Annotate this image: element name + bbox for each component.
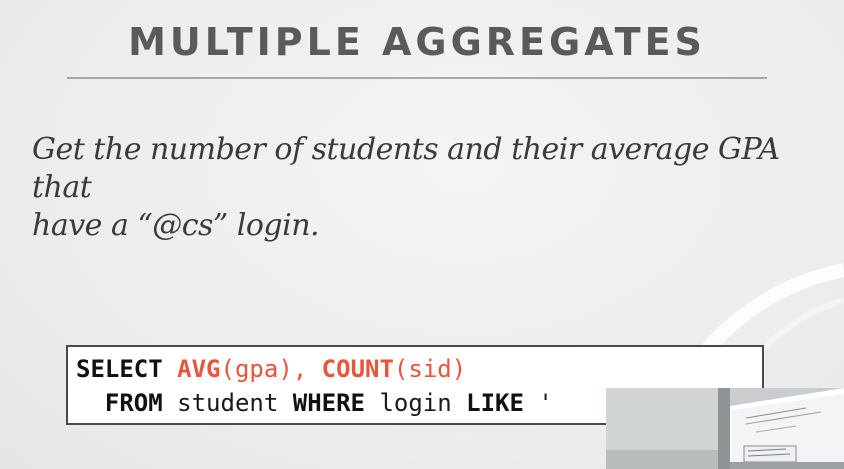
sql-column-login: login	[365, 389, 467, 417]
sql-keyword-where: WHERE	[292, 389, 365, 417]
question-line-1: Get the number of students and their ave…	[32, 132, 780, 205]
sql-function-avg: AVG	[177, 355, 221, 383]
question-text: Get the number of students and their ave…	[32, 131, 812, 245]
lecture-camera-overlay	[606, 388, 844, 469]
sql-indent	[76, 389, 105, 417]
question-line-2: have a “@cs” login.	[32, 208, 320, 243]
slide-canvas: MULTIPLE AGGREGATES Get the number of st…	[0, 0, 844, 469]
sql-count-args: (sid)	[393, 355, 467, 383]
sql-keyword-like: LIKE	[466, 389, 524, 417]
sql-keyword-from: FROM	[104, 389, 163, 417]
sql-line-2: FROM student WHERE login LIKE '	[76, 388, 553, 418]
slide-title: MULTIPLE AGGREGATES	[128, 20, 706, 64]
sql-keyword-select: SELECT	[76, 355, 163, 383]
sql-avg-args: (gpa),	[220, 355, 322, 383]
sql-space	[163, 355, 177, 383]
lecture-video-thumbnail	[606, 388, 844, 469]
sql-pattern-quote: '	[523, 389, 553, 417]
sql-function-count: COUNT	[321, 355, 394, 383]
sql-line-1: SELECT AVG(gpa), COUNT(sid)	[76, 354, 466, 384]
sql-table-name: student	[162, 389, 293, 417]
title-divider	[67, 77, 767, 79]
